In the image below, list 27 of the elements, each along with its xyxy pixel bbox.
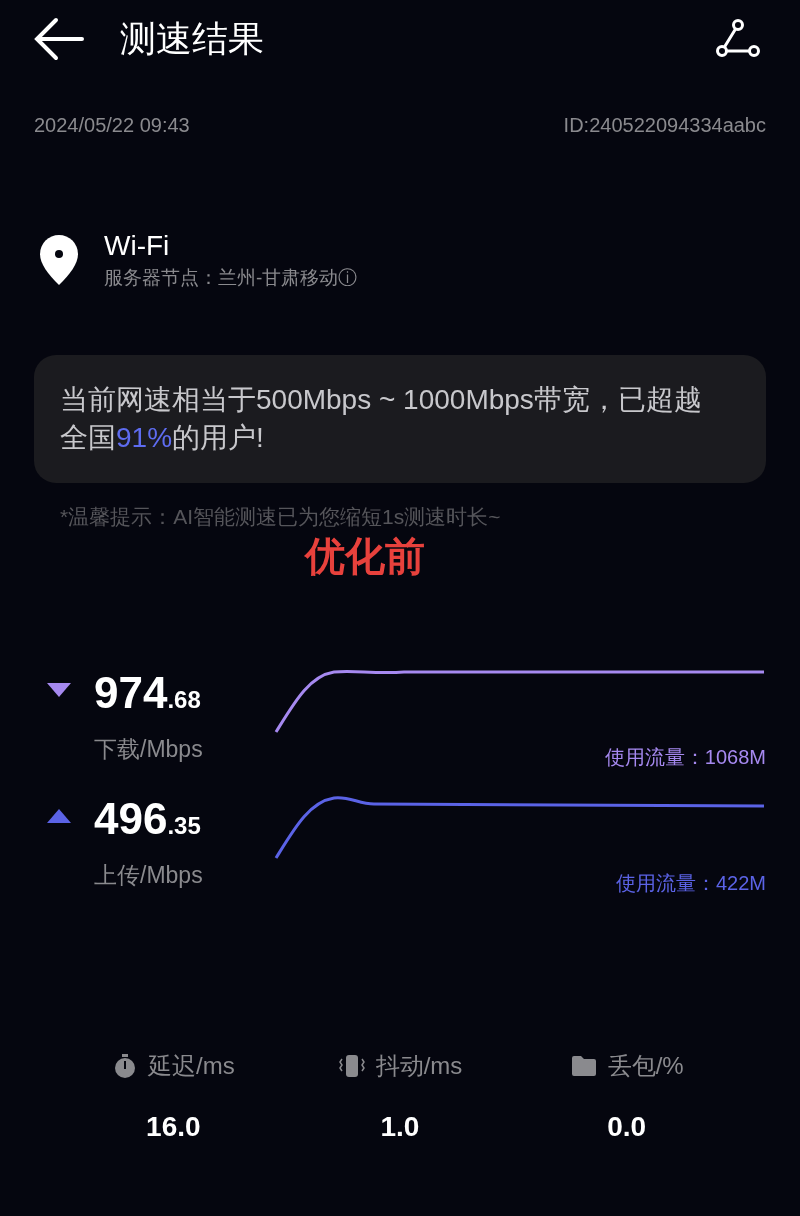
page-title: 测速结果 [120, 17, 264, 61]
test-id: ID:240522094334aabc [563, 113, 766, 138]
vibration-icon [337, 1053, 366, 1079]
speed-unit: 上传/Mbps [94, 861, 204, 890]
stat-label: 抖动/ms [375, 1051, 463, 1081]
stat-value: 1.0 [380, 1110, 420, 1144]
stat-value: 0.0 [607, 1110, 647, 1144]
speed-value: 974.68 [94, 668, 202, 719]
stopwatch-icon [112, 1053, 138, 1079]
data-usage: 使用流量：1068M [604, 745, 766, 770]
folder-icon [569, 1054, 598, 1078]
summary-text: 当前网速相当于500Mbps ~ 1000Mbps带宽，已超越全国91%的用户! [60, 382, 703, 455]
hint-text: *温馨提示：AI智能测速已为您缩短1s测速时长~ [59, 503, 502, 530]
stat-value: 16.0 [146, 1110, 201, 1144]
info-icon[interactable]: ⓘ [338, 264, 358, 293]
data-usage: 使用流量：422M [615, 871, 766, 896]
server-label: 服务器节点：兰州-甘肃移动 [104, 266, 339, 290]
share-icon[interactable] [714, 19, 762, 59]
speed-value: 496.35 [94, 794, 202, 845]
location-pin-icon [38, 234, 80, 287]
stat-label: 延迟/ms [148, 1051, 235, 1081]
stat-label: 丢包/% [607, 1051, 684, 1081]
speed-unit: 下载/Mbps [94, 735, 204, 764]
back-icon[interactable] [34, 17, 84, 61]
network-name: Wi-Fi [104, 229, 171, 263]
test-time: 2024/05/22 09:43 [34, 113, 190, 138]
annotation-label: 优化前 [305, 533, 425, 580]
